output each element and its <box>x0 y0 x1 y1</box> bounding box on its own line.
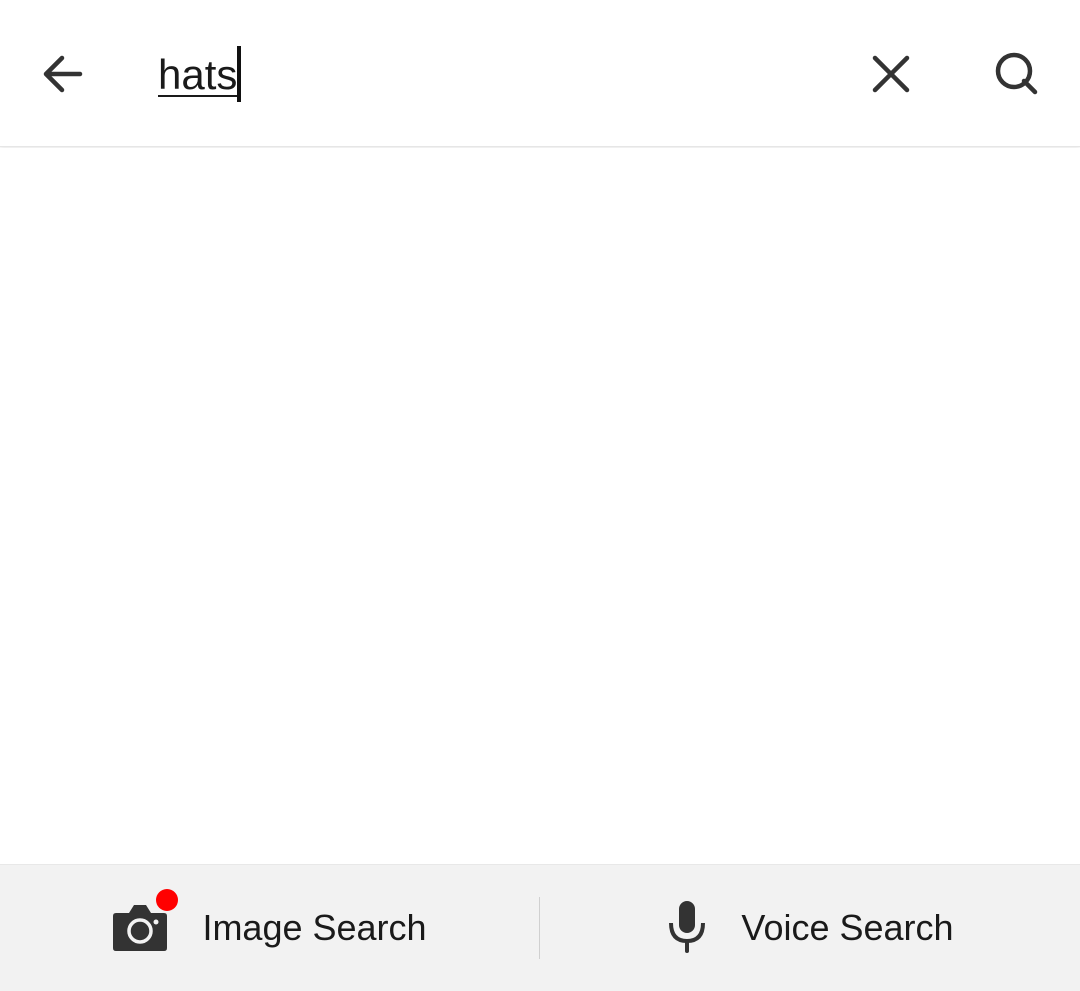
close-icon <box>872 55 910 93</box>
search-header: hats <box>0 0 1080 147</box>
voice-search-button[interactable]: Voice Search <box>541 865 1080 991</box>
search-icon <box>995 52 1038 95</box>
clear-search-button[interactable] <box>846 29 936 119</box>
arrow-left-icon <box>43 55 83 93</box>
notification-dot <box>156 888 179 911</box>
microphone-icon <box>669 900 706 953</box>
image-search-label: Image Search <box>202 907 427 948</box>
bottom-search-options: Image Search Voice Search <box>0 864 1080 991</box>
microphone-icon-wrap <box>667 899 707 958</box>
image-search-button[interactable]: Image Search <box>0 865 539 991</box>
back-button[interactable] <box>18 29 108 119</box>
bottom-divider <box>539 897 540 959</box>
suggestions-area <box>0 148 1080 863</box>
camera-icon-wrap <box>112 888 179 956</box>
search-submit-button[interactable] <box>972 29 1062 119</box>
search-input[interactable]: hats <box>158 40 758 110</box>
search-query-text: hats <box>158 51 238 98</box>
text-caret <box>237 46 242 102</box>
voice-search-label: Voice Search <box>741 907 954 948</box>
